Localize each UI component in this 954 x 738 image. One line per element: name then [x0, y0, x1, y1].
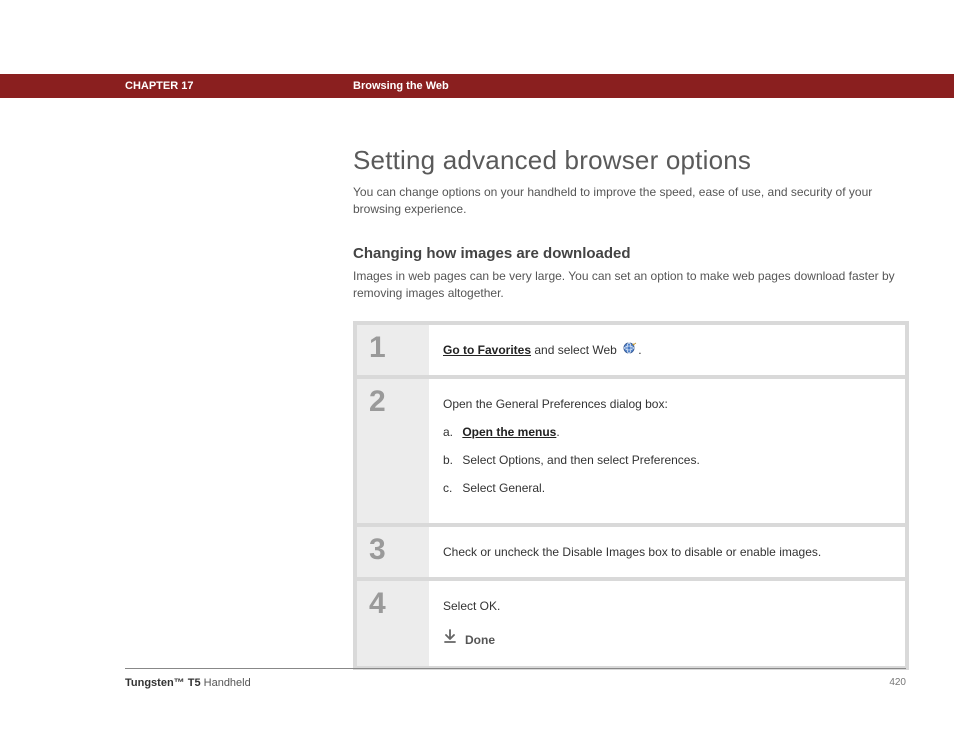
step-body: Open the General Preferences dialog box:… — [429, 379, 905, 523]
product-name: Tungsten™ T5 Handheld — [125, 677, 251, 689]
main-content: Setting advanced browser options You can… — [353, 145, 909, 670]
step-lead: Open the General Preferences dialog box: — [443, 395, 887, 413]
substep-label: c. — [443, 479, 459, 497]
step-body: Go to Favorites and select Web . — [429, 325, 905, 376]
step-text: and select Web — [531, 343, 620, 357]
section-heading: Changing how images are downloaded — [353, 245, 909, 262]
done-arrow-icon — [443, 629, 457, 650]
chapter-header: CHAPTER 17 Browsing the Web — [0, 74, 954, 98]
substep-text: Select Options, and then select Preferen… — [462, 453, 699, 467]
step-number: 4 — [357, 581, 429, 666]
product-bold: Tungsten™ T5 — [125, 677, 201, 689]
favorites-link[interactable]: Go to Favorites — [443, 343, 531, 357]
chapter-number: CHAPTER 17 — [125, 80, 353, 92]
intro-text: You can change options on your handheld … — [353, 184, 909, 219]
substep-period: . — [556, 425, 559, 439]
product-rest: Handheld — [201, 677, 251, 689]
open-menus-link[interactable]: Open the menus — [462, 425, 556, 439]
page-footer: Tungsten™ T5 Handheld 420 — [125, 668, 906, 689]
chapter-title: Browsing the Web — [353, 80, 449, 92]
page-number: 420 — [889, 677, 906, 689]
substep-a: a. Open the menus. — [443, 423, 887, 441]
substep-c: c. Select General. — [443, 479, 887, 497]
step-2: 2 Open the General Preferences dialog bo… — [357, 379, 905, 523]
step-number: 3 — [357, 527, 429, 577]
substep-list: a. Open the menus. b. Select Options, an… — [443, 423, 887, 497]
step-text: Select OK. — [443, 597, 887, 615]
web-globe-icon — [621, 341, 637, 359]
step-text-period: . — [638, 343, 641, 357]
step-1: 1 Go to Favorites and select Web . — [357, 325, 905, 376]
step-3: 3 Check or uncheck the Disable Images bo… — [357, 527, 905, 577]
step-number: 2 — [357, 379, 429, 523]
substep-label: b. — [443, 451, 459, 469]
substep-text: Select General. — [462, 481, 545, 495]
page-heading: Setting advanced browser options — [353, 145, 909, 176]
step-body: Check or uncheck the Disable Images box … — [429, 527, 905, 577]
substep-b: b. Select Options, and then select Prefe… — [443, 451, 887, 469]
done-label: Done — [465, 631, 495, 649]
substep-label: a. — [443, 423, 459, 441]
steps-container: 1 Go to Favorites and select Web . 2 Ope… — [353, 321, 909, 671]
step-number: 1 — [357, 325, 429, 376]
step-4: 4 Select OK. Done — [357, 581, 905, 666]
step-text: Check or uncheck the Disable Images box … — [443, 545, 821, 559]
step-body: Select OK. Done — [429, 581, 905, 666]
done-indicator: Done — [443, 629, 887, 650]
section-intro: Images in web pages can be very large. Y… — [353, 268, 909, 303]
